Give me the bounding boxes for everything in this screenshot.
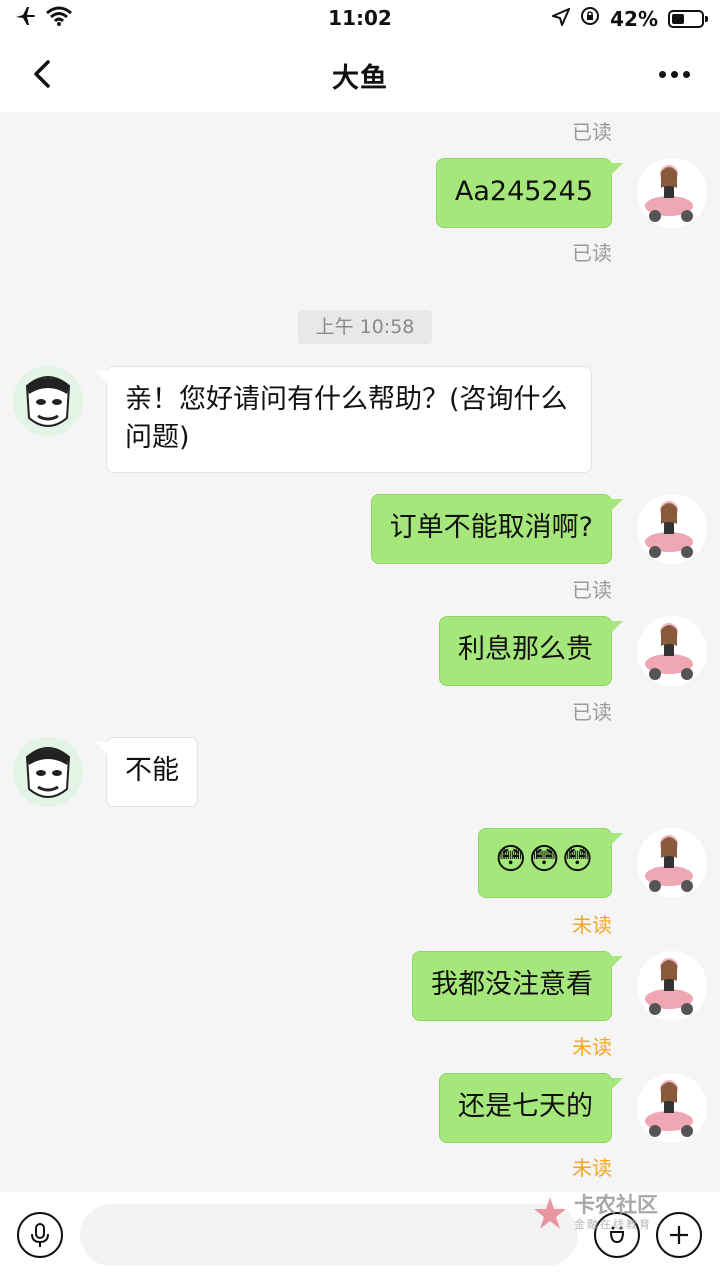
avatar-me[interactable] xyxy=(637,158,707,228)
message-text: 订单不能取消啊? xyxy=(389,512,593,543)
message-text: Aa245245 xyxy=(454,176,593,207)
message-bubble-received[interactable]: 亲！您好请问有什么帮助？(咨询什么问题) xyxy=(95,366,592,473)
flushed-face-emoji: 😳😳😳 xyxy=(495,842,595,877)
plus-icon xyxy=(670,1226,688,1244)
meme-face-avatar-icon xyxy=(13,737,83,807)
read-status: 已读 xyxy=(572,578,612,602)
message-bubble-received[interactable]: 不能 xyxy=(95,737,198,807)
read-status: 已读 xyxy=(572,120,612,144)
timestamp-label: 上午 10:58 xyxy=(298,310,432,344)
location-icon xyxy=(550,6,572,31)
message-input[interactable] xyxy=(80,1204,578,1266)
unread-status: 未读 xyxy=(572,1035,612,1059)
watermark: 卡农社区 金融在线教育 xyxy=(532,1194,658,1232)
message-text: 我都没注意看 xyxy=(431,969,593,1000)
avatar-other[interactable] xyxy=(13,737,83,807)
scooter-girl-avatar-icon xyxy=(637,616,707,686)
unread-status: 未读 xyxy=(572,1156,612,1180)
message-bubble-sent[interactable]: 订单不能取消啊? xyxy=(370,494,624,564)
read-status: 已读 xyxy=(572,241,612,265)
message-text: 不能 xyxy=(125,755,179,786)
more-button[interactable] xyxy=(650,50,698,98)
status-bar: 11:02 42% xyxy=(0,0,720,36)
avatar-me[interactable] xyxy=(637,1073,707,1143)
battery-percent: 42% xyxy=(610,6,658,31)
nav-bar: 大鱼 xyxy=(0,36,720,112)
watermark-title: 卡农社区 xyxy=(574,1193,658,1217)
plus-button[interactable] xyxy=(656,1212,702,1258)
message-text: 亲！您好请问有什么帮助？(咨询什么问题) xyxy=(125,384,568,453)
message-bubble-sent[interactable]: 还是七天的 xyxy=(439,1073,623,1143)
status-right: 42% xyxy=(550,6,708,31)
message-text: 还是七天的 xyxy=(458,1091,593,1122)
message-bubble-sent[interactable]: 我都没注意看 xyxy=(412,951,623,1021)
message-bubble-sent[interactable]: 😳😳😳 xyxy=(478,828,623,898)
message-bubble-sent[interactable]: 利息那么贵 xyxy=(439,616,623,686)
unread-status: 未读 xyxy=(572,913,612,937)
more-dot xyxy=(670,70,678,78)
meme-face-avatar-icon xyxy=(13,366,83,436)
message-text: 利息那么贵 xyxy=(458,634,593,665)
scooter-girl-avatar-icon xyxy=(637,158,707,228)
scooter-girl-avatar-icon xyxy=(637,951,707,1021)
avatar-me[interactable] xyxy=(637,494,707,564)
message-bubble-sent[interactable]: Aa245245 xyxy=(435,158,624,228)
avatar-me[interactable] xyxy=(637,616,707,686)
avatar-me[interactable] xyxy=(637,828,707,898)
rotation-lock-icon xyxy=(580,6,600,31)
chat-area[interactable]: 已读 Aa245245 已读 上午 10:58 亲！您好请问有什么帮助？(咨询什… xyxy=(0,112,720,1192)
microphone-icon xyxy=(31,1223,49,1247)
more-dot xyxy=(682,70,690,78)
logo-icon xyxy=(534,1197,566,1229)
voice-button[interactable] xyxy=(17,1212,63,1258)
scooter-girl-avatar-icon xyxy=(637,1073,707,1143)
avatar-me[interactable] xyxy=(637,951,707,1021)
scooter-girl-avatar-icon xyxy=(637,828,707,898)
read-status: 已读 xyxy=(572,700,612,724)
watermark-subtitle: 金融在线教育 xyxy=(574,1218,652,1231)
more-dot xyxy=(658,70,666,78)
avatar-other[interactable] xyxy=(13,366,83,436)
scooter-girl-avatar-icon xyxy=(637,494,707,564)
page-title: 大鱼 xyxy=(332,63,388,94)
battery-icon xyxy=(668,9,708,28)
